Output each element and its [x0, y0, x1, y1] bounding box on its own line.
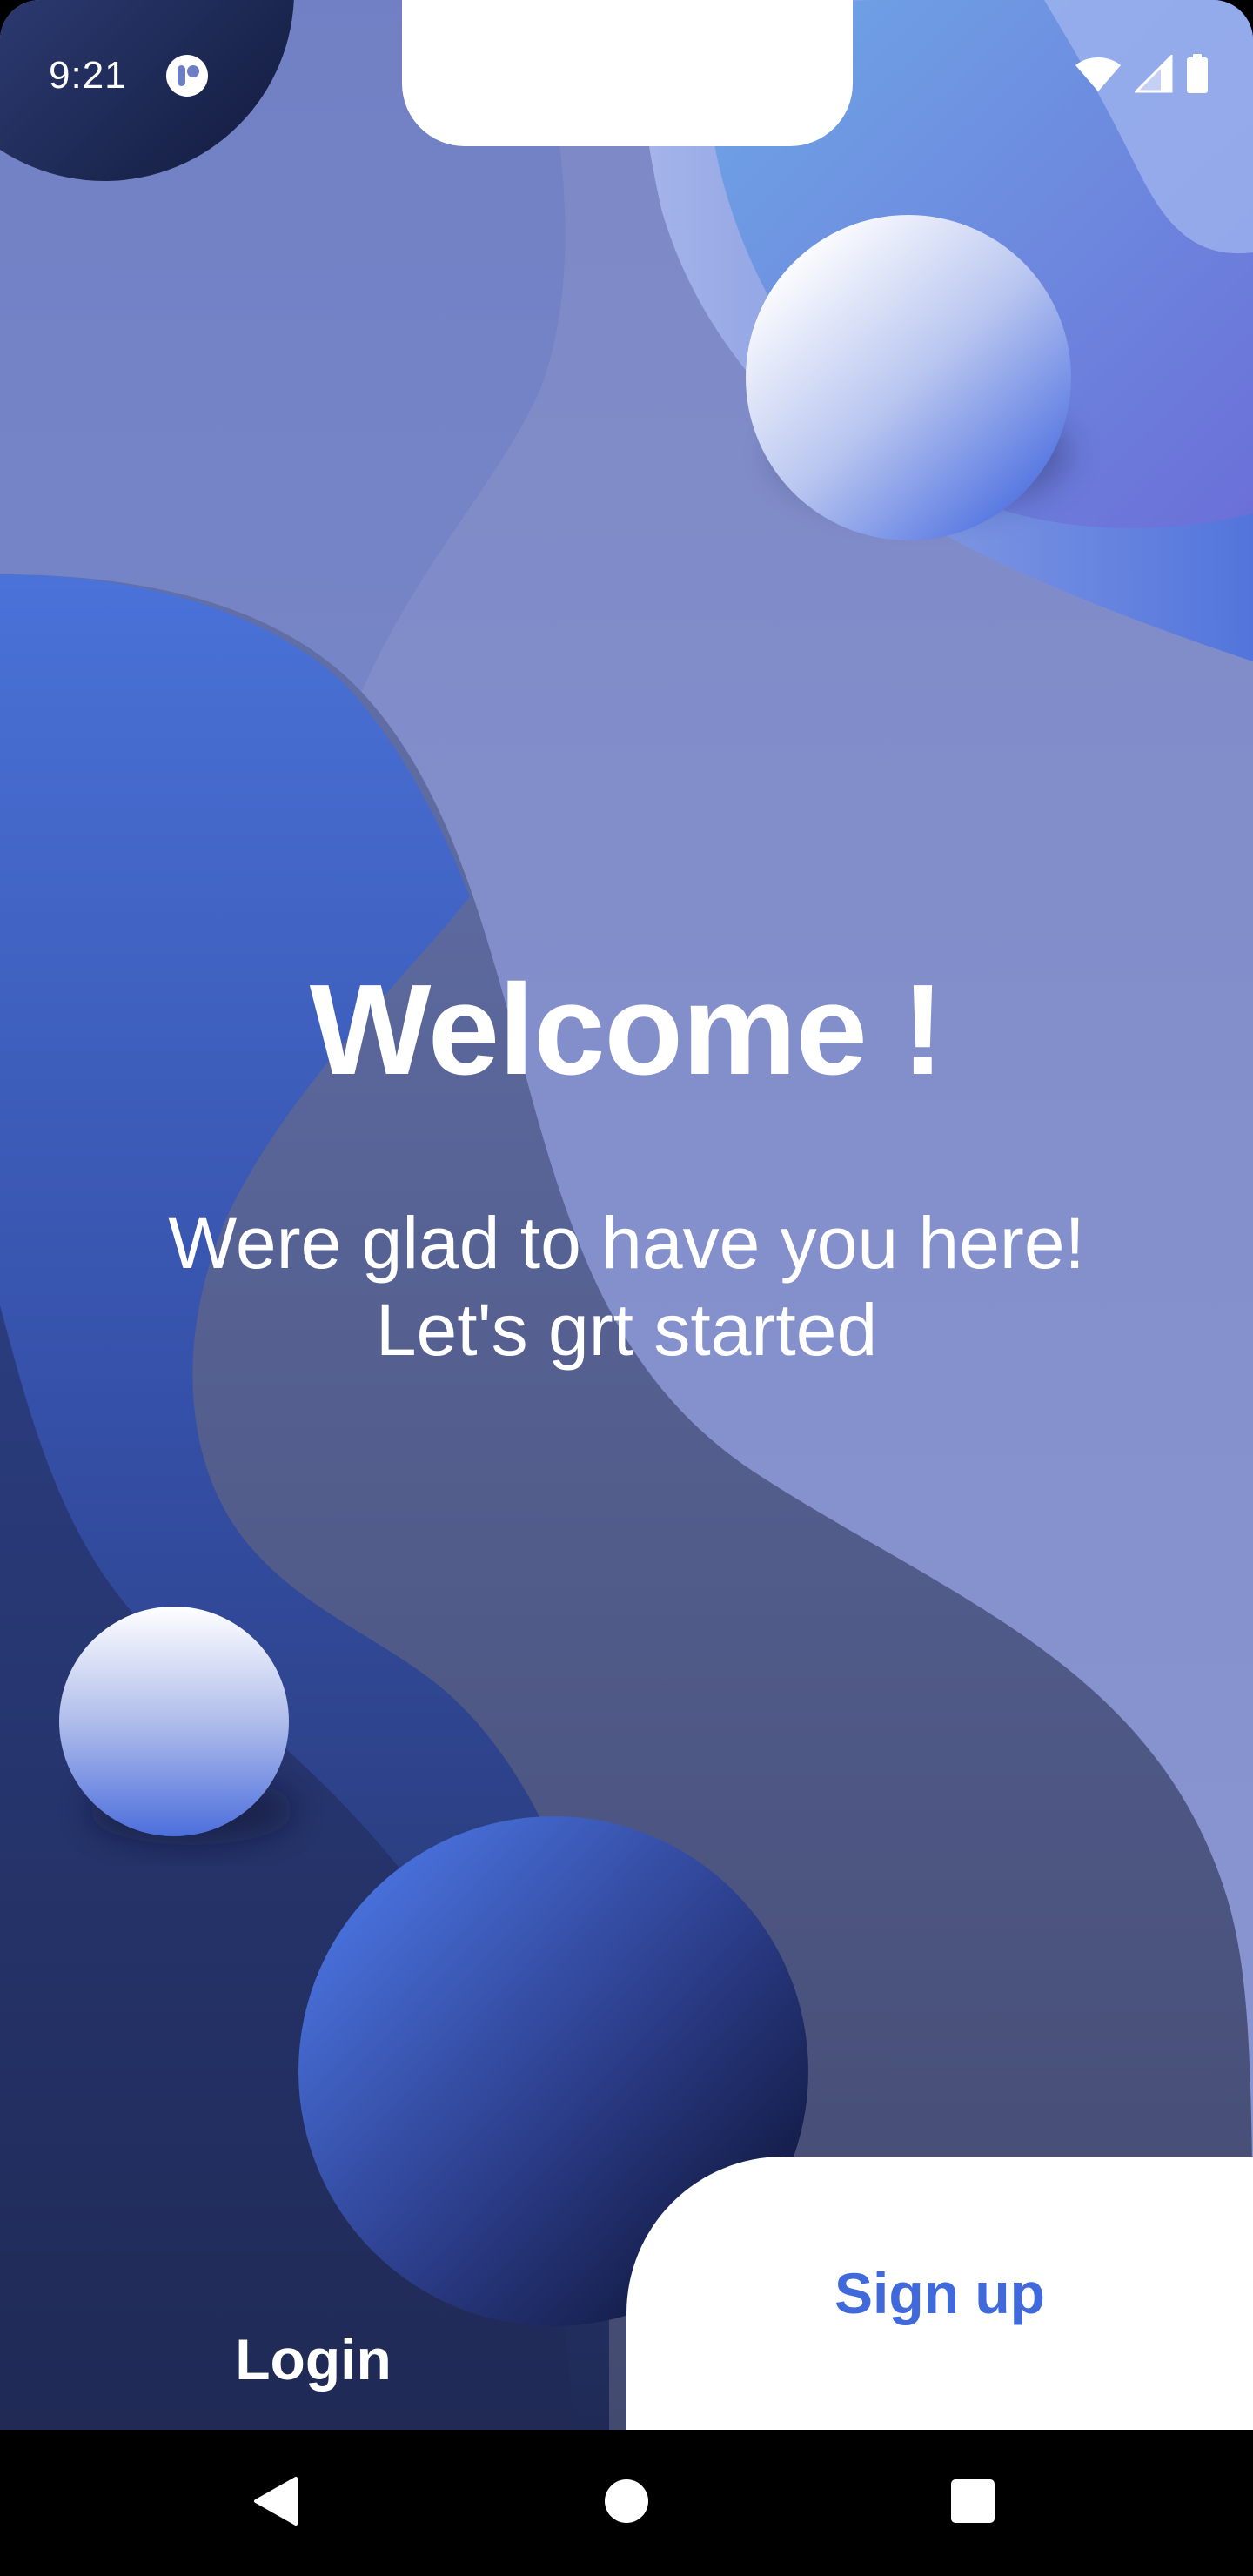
welcome-subtitle-line-2: Let's grt started	[375, 1289, 878, 1371]
system-navigation-bar	[0, 2430, 1253, 2576]
welcome-screen: 9:21 Welcome ! Were glad to have you her…	[0, 0, 1253, 2576]
status-icons	[1074, 52, 1209, 98]
back-triangle-icon	[251, 2475, 299, 2532]
signup-button[interactable]: Sign up	[626, 2157, 1253, 2430]
home-circle-icon	[604, 2479, 649, 2528]
wifi-icon	[1074, 55, 1122, 97]
recents-square-icon	[950, 2479, 995, 2528]
login-button[interactable]: Login	[0, 2158, 626, 2430]
home-button[interactable]	[583, 2459, 670, 2546]
welcome-subtitle-line-1: Were glad to have you here!	[168, 1202, 1085, 1284]
back-button[interactable]	[231, 2459, 318, 2546]
welcome-title: Welcome !	[309, 958, 944, 1102]
login-button-label: Login	[235, 2327, 392, 2392]
notification-app-icon	[165, 54, 209, 97]
battery-icon	[1185, 53, 1209, 98]
status-bar: 9:21	[0, 0, 1253, 148]
recents-button[interactable]	[929, 2459, 1016, 2546]
status-time: 9:21	[49, 54, 127, 97]
signup-button-label: Sign up	[834, 2261, 1045, 2325]
welcome-subtitle: Were glad to have you here! Let's grt st…	[0, 1199, 1253, 1373]
cellular-signal-icon	[1133, 52, 1173, 97]
